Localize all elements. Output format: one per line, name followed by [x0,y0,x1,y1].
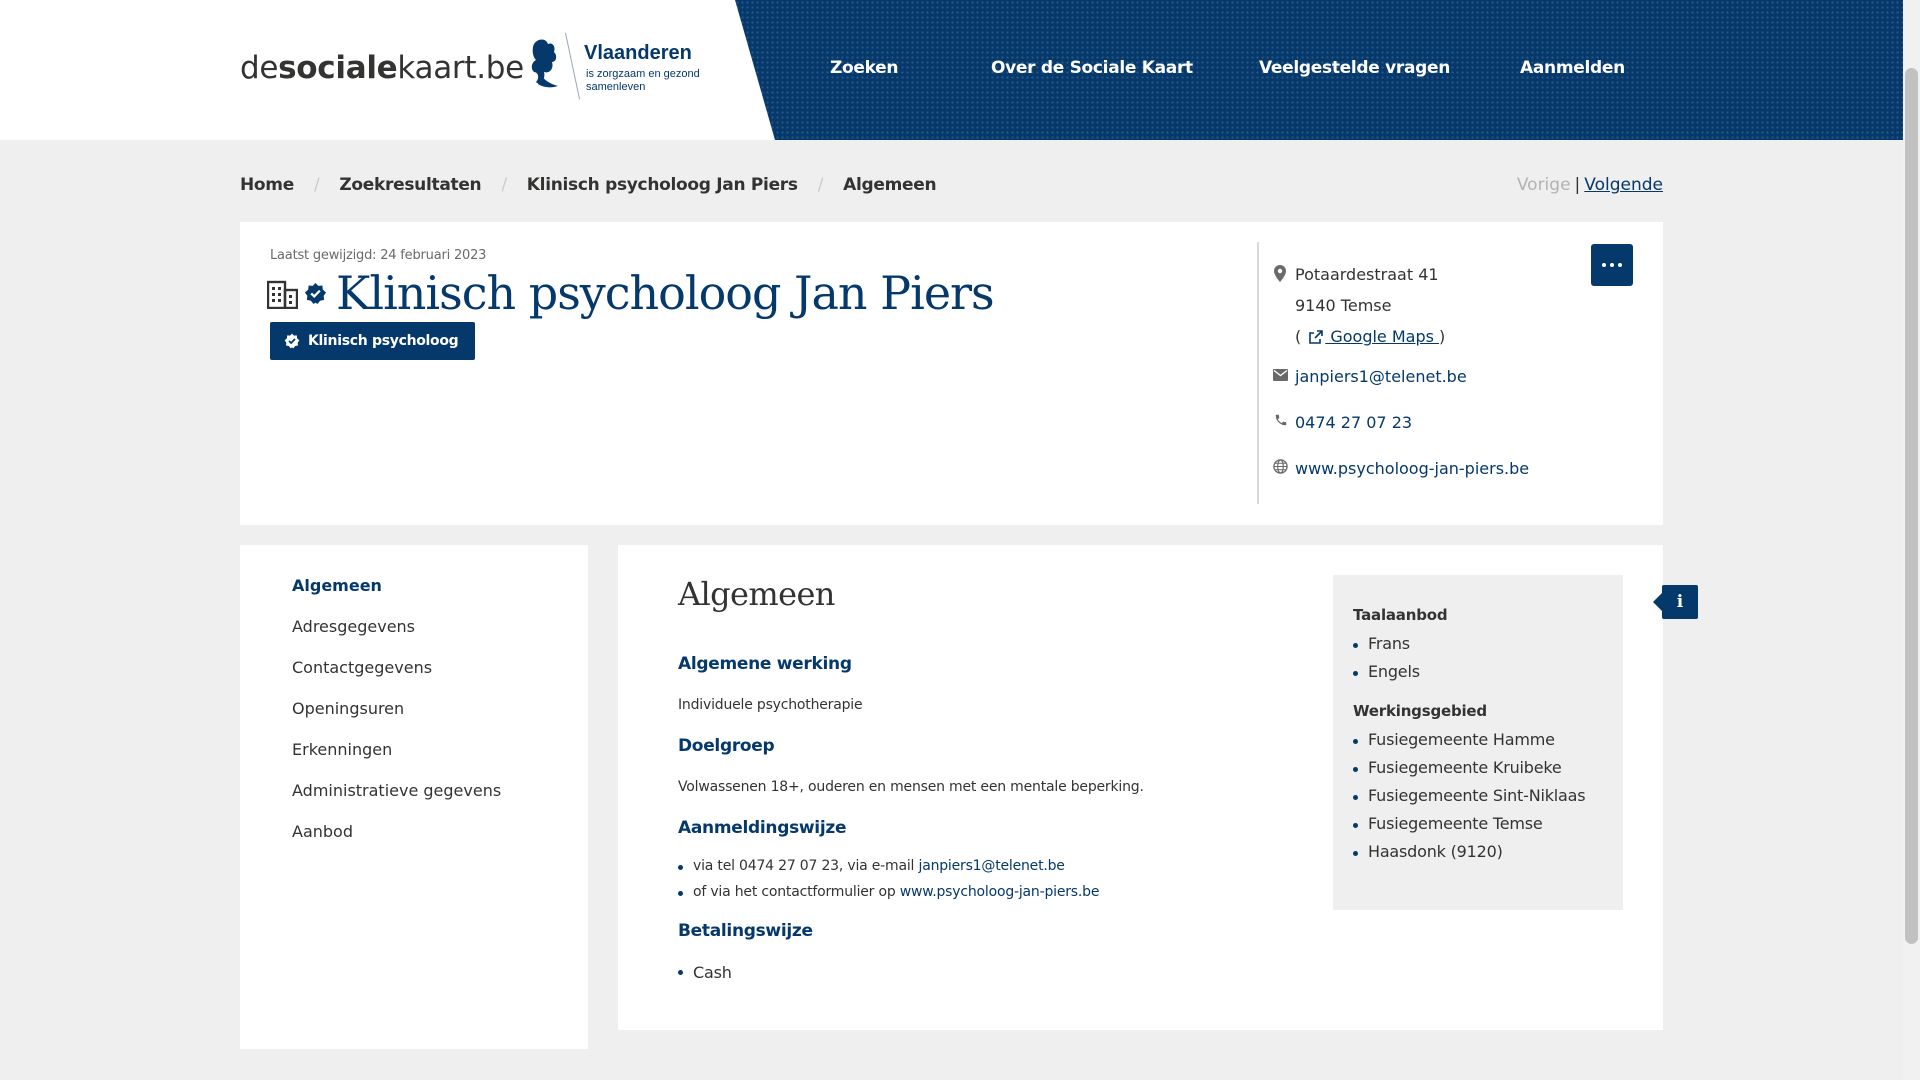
logo-part-sociale: sociale [278,50,398,86]
werkingsgebied-item-text: Fusiegemeente Temse [1368,814,1543,833]
breadcrumb-zoekresultaten[interactable]: Zoekresultaten [339,175,481,195]
section-nav-contactgegevens[interactable]: Contactgegevens [292,658,432,677]
section-nav-openingsuren[interactable]: Openingsuren [292,699,404,718]
globe-icon [1273,459,1288,474]
vlaanderen-logo-divider [564,32,581,100]
phone-row: 0474 27 07 23 [1295,413,1412,432]
werkingsgebied-item: Fusiegemeente Sint-Niklaas [1353,786,1586,805]
betalingswijze-item-text: Cash [693,963,732,982]
werkingsgebied-item-text: Haasdonk (9120) [1368,842,1503,861]
aanmelding-item-text: via tel 0474 27 07 23, via e-mail [693,858,919,874]
doelgroep-text: Volwassenen 18+, ouderen en mensen met e… [678,779,1144,795]
nav-over-de-sociale-kaart[interactable]: Over de Sociale Kaart [991,58,1193,78]
type-badge-button[interactable]: Klinisch psycholoog [270,322,476,360]
pager-previous: Vorige [1516,175,1571,195]
phone-link[interactable]: 0474 27 07 23 [1295,413,1412,432]
more-dot [1602,263,1606,267]
last-modified: Laatst gewijzigd: 24 februari 2023 [270,248,487,263]
breadcrumb-separator: / [313,175,320,195]
aanmelding-item: via tel 0474 27 07 23, via e-mail janpie… [678,858,1065,874]
maps-paren-open: ( [1295,327,1302,346]
nav-veelgestelde-vragen[interactable]: Veelgestelde vragen [1259,58,1450,78]
section-nav: Algemeen Adresgegevens Contactgegevens O… [240,545,588,1049]
info-aside: Taalaanbod Frans Engels Werkingsgebied F… [1333,575,1623,910]
algemene-werking-text: Individuele psychotherapie [678,697,863,713]
werkingsgebied-item-text: Fusiegemeente Hamme [1368,730,1555,749]
google-maps-link[interactable]: Google Maps [1325,327,1439,346]
site-logo[interactable]: desocialekaart.be [240,50,524,86]
werkingsgebied-item-text: Fusiegemeente Sint-Niklaas [1368,786,1586,805]
breadcrumb-organisation[interactable]: Klinisch psycholoog Jan Piers [527,175,798,195]
site-header: desocialekaart.be Vlaanderen is zorgzaam… [0,0,1903,140]
external-link-icon [1309,329,1324,344]
werkingsgebied-item: Fusiegemeente Kruibeke [1353,758,1562,777]
phone-icon [1275,414,1287,426]
breadcrumb: Home / Zoekresultaten / Klinisch psychol… [240,175,937,195]
verified-badge-icon [284,333,300,349]
vlaanderen-title: Vlaanderen [584,42,692,64]
info-toggle-button[interactable]: i [1653,585,1698,619]
nav-aanmelden[interactable]: Aanmelden [1520,58,1625,78]
taal-item-text: Engels [1368,662,1420,681]
section-title: Algemeen [678,575,835,613]
address-city: 9140 Temse [1295,296,1392,315]
result-pager: Vorige | Volgende [1517,175,1663,195]
breadcrumb-separator: / [501,175,507,195]
main-content: Algemeen Algemene werking Individuele ps… [618,545,1663,1030]
pager-next[interactable]: Volgende [1584,175,1663,195]
werkingsgebied-item-text: Fusiegemeente Kruibeke [1368,758,1562,777]
heading-werkingsgebied: Werkingsgebied [1353,702,1487,720]
website-row: www.psycholoog-jan-piers.be [1295,459,1529,478]
maps-paren-close: ) [1439,327,1446,346]
email-link[interactable]: janpiers1@telenet.be [1295,367,1467,386]
heading-betalingswijze: Betalingswijze [678,921,813,941]
breadcrumb-home[interactable]: Home [240,175,294,195]
heading-algemene-werking: Algemene werking [678,654,852,674]
heading-aanmeldingswijze: Aanmeldingswijze [678,818,847,838]
taal-item: Engels [1353,662,1420,681]
section-nav-algemeen[interactable]: Algemeen [292,576,382,595]
pager-separator: | [1574,175,1581,195]
location-pin-icon [1274,265,1286,282]
verified-icon [304,282,327,305]
more-options-button[interactable] [1591,244,1633,286]
mail-icon [1273,369,1288,381]
werkingsgebied-item: Haasdonk (9120) [1353,842,1503,861]
section-nav-erkenningen[interactable]: Erkenningen [292,740,392,759]
aanmelding-item-text: of via het contactformulier op [693,884,900,900]
betalingswijze-item: Cash [678,963,732,982]
breadcrumb-current: Algemeen [843,175,937,195]
heading-doelgroep: Doelgroep [678,736,775,756]
section-nav-adresgegevens[interactable]: Adresgegevens [292,617,415,636]
building-icon [267,280,298,309]
aanmelding-item: of via het contactformulier op www.psych… [678,884,1099,900]
werkingsgebied-item: Fusiegemeente Temse [1353,814,1543,833]
logo-part-kaart: kaart.be [397,50,524,86]
type-badge-label: Klinisch psycholoog [308,333,459,349]
aanmelding-email-link[interactable]: janpiers1@telenet.be [919,858,1065,874]
flemish-lion-icon [531,39,558,88]
address-street: Potaardestraat 41 [1295,265,1439,284]
breadcrumb-separator: / [817,175,824,195]
more-dot [1618,263,1622,267]
card-divider [1257,242,1259,504]
taal-item-text: Frans [1368,634,1410,653]
email-row: janpiers1@telenet.be [1295,367,1467,386]
logo-part-de: de [240,50,279,86]
werkingsgebied-item: Fusiegemeente Hamme [1353,730,1555,749]
vlaanderen-logo[interactable]: Vlaanderen is zorgzaam en gezond samenle… [528,32,728,102]
heading-taalaanbod: Taalaanbod [1353,606,1448,624]
website-link[interactable]: www.psycholoog-jan-piers.be [1295,459,1529,478]
vlaanderen-subtitle: is zorgzaam en gezond samenleven [586,68,700,93]
section-nav-administratieve-gegevens[interactable]: Administratieve gegevens [292,781,501,800]
organisation-card: Laatst gewijzigd: 24 februari 2023 Klini… [240,222,1663,525]
aanmelding-website-link[interactable]: www.psycholoog-jan-piers.be [900,884,1100,900]
taal-item: Frans [1353,634,1410,653]
scrollbar-thumb[interactable] [1905,68,1918,944]
more-dot [1610,263,1614,267]
google-maps-row: ( Google Maps ) [1295,327,1445,346]
section-nav-aanbod[interactable]: Aanbod [292,822,353,841]
nav-zoeken[interactable]: Zoeken [830,58,899,78]
page-title: Klinisch psycholoog Jan Piers [336,266,995,320]
